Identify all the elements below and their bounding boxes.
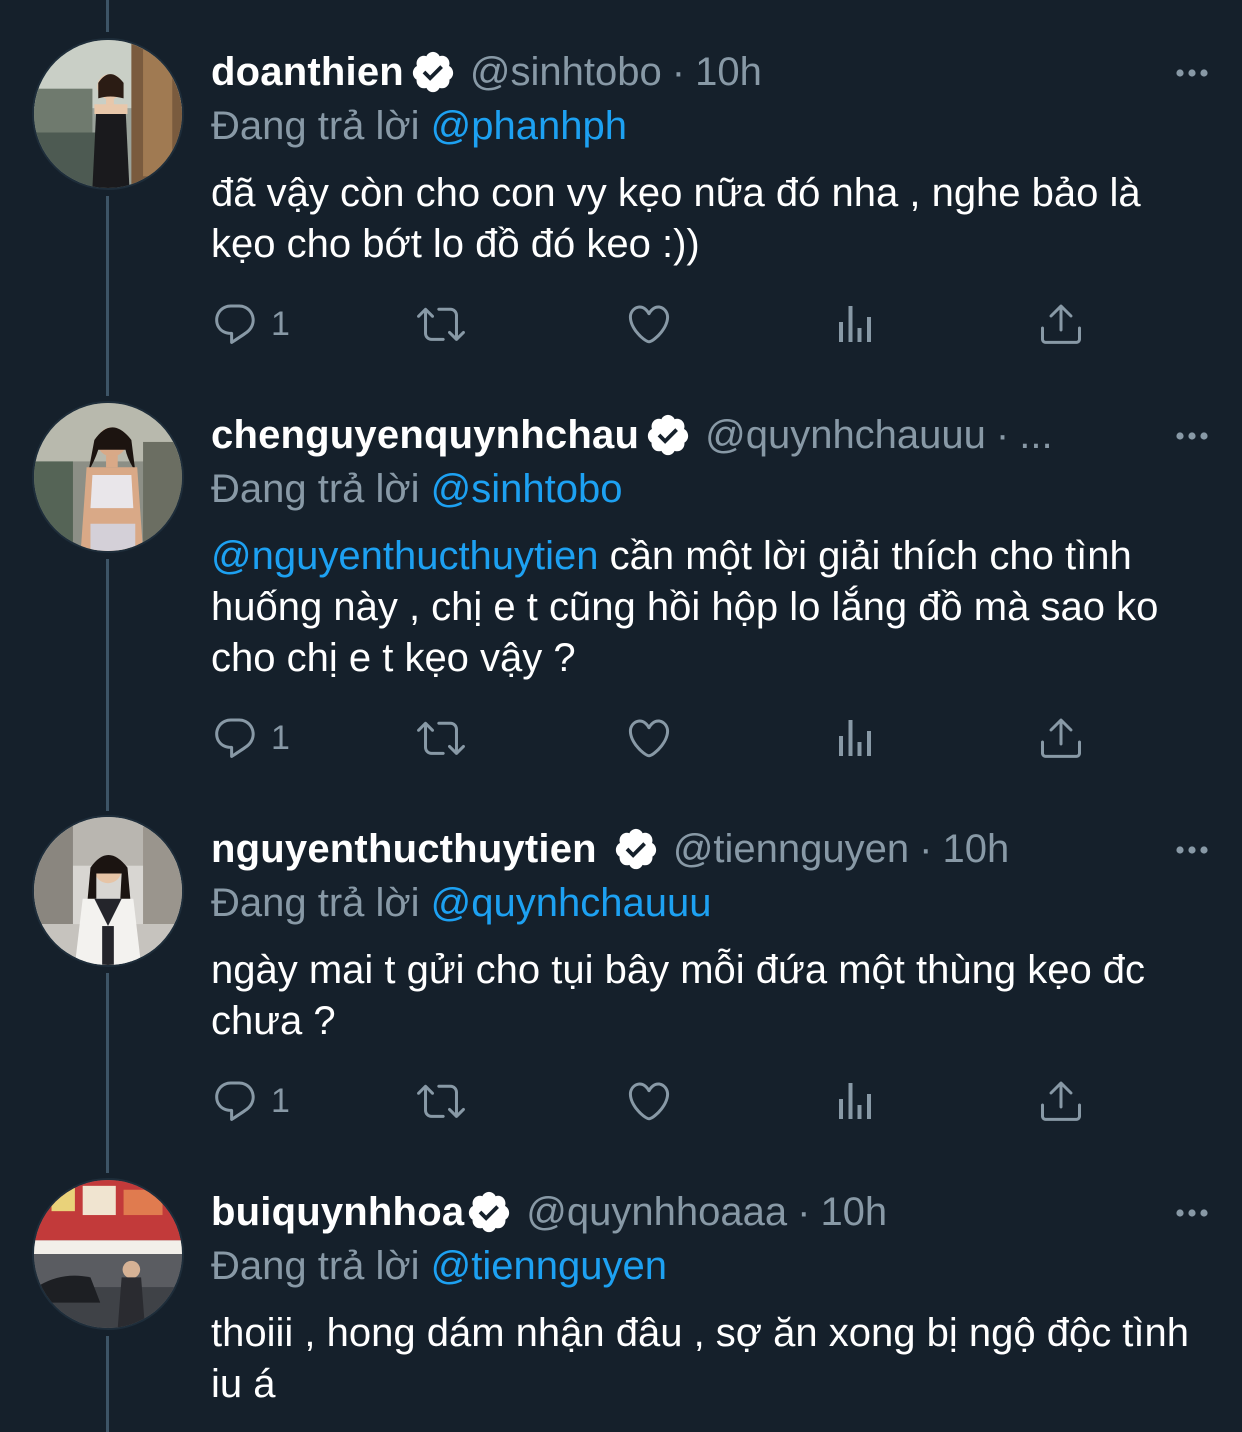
replying-to: Đang trả lời @phanhph	[211, 98, 627, 154]
display-name[interactable]: chenguyenquynhchau	[211, 407, 639, 463]
separator-dot: ·	[797, 1190, 811, 1234]
replying-to-mention[interactable]: @tiennguyen	[431, 1244, 667, 1288]
analytics-button[interactable]	[831, 1071, 879, 1131]
reply-count: 1	[271, 1081, 290, 1120]
tweet[interactable]: chenguyenquynhchau @quynhchauuu · ... Đa…	[0, 401, 1242, 781]
timestamp[interactable]: 10h	[820, 1184, 887, 1240]
more-dots-icon[interactable]	[1172, 1198, 1212, 1228]
replying-to: Đang trả lời @quynhchauuu	[211, 875, 712, 931]
separator-dot: ·	[995, 413, 1010, 457]
avatar[interactable]	[32, 38, 184, 190]
replying-to-mention[interactable]: @quynhchauuu	[431, 881, 712, 925]
tweet-header: buiquynhhoa @quynhhoaaa · 10h	[211, 1184, 1152, 1240]
tweet-actions: 1	[211, 294, 1111, 354]
retweet-button[interactable]	[417, 708, 465, 768]
user-handle[interactable]: @sinhtobo	[470, 44, 662, 100]
tweet-header: doanthien @sinhtobo · 10h	[211, 44, 1152, 100]
tweet-actions: 1	[211, 708, 1111, 768]
share-upload-icon	[1037, 300, 1085, 348]
replying-to-mention[interactable]: @phanhph	[431, 104, 627, 148]
analytics-bars-icon	[831, 1077, 879, 1125]
tweet-text: ngày mai t gửi cho tụi bây mỗi đứa một t…	[211, 945, 1211, 1047]
share-upload-icon	[1037, 1077, 1085, 1125]
more-dots-icon[interactable]	[1172, 835, 1212, 865]
separator-dot: ·	[919, 827, 933, 871]
display-name[interactable]: buiquynhhoa	[211, 1184, 464, 1240]
avatar[interactable]	[32, 401, 184, 553]
more-dots-icon[interactable]	[1172, 421, 1212, 451]
retweet-icon	[417, 300, 465, 348]
reply-button[interactable]: 1	[211, 294, 290, 354]
user-handle[interactable]: @quynhchauuu	[705, 407, 986, 463]
replying-to-label: Đang trả lời	[211, 467, 420, 511]
replying-to: Đang trả lời @sinhtobo	[211, 461, 623, 517]
timestamp[interactable]: 10h	[942, 821, 1009, 877]
timestamp[interactable]: ...	[1019, 407, 1052, 463]
reply-button[interactable]: 1	[211, 1071, 290, 1131]
replying-to-label: Đang trả lời	[211, 881, 420, 925]
reply-bubble-icon	[211, 714, 259, 762]
reply-bubble-icon	[211, 1077, 259, 1125]
body-mention[interactable]: @nguyenthucthuytien	[211, 534, 599, 578]
user-handle[interactable]: @tiennguyen	[673, 821, 909, 877]
tweet-actions: 1	[211, 1071, 1111, 1131]
share-button[interactable]	[1037, 294, 1085, 354]
avatar[interactable]	[32, 815, 184, 967]
analytics-bars-icon	[831, 714, 879, 762]
analytics-button[interactable]	[831, 294, 879, 354]
tweet-text: thoiii , hong dám nhận đâu , sợ ăn xong …	[211, 1308, 1211, 1410]
thread-line	[106, 0, 109, 32]
replying-to-label: Đang trả lời	[211, 1244, 420, 1288]
timestamp[interactable]: 10h	[695, 44, 762, 100]
verified-badge-icon	[645, 412, 691, 458]
body-text: đã vậy còn cho con vy kẹo nữa đó nha , n…	[211, 171, 1141, 266]
more-dots-icon[interactable]	[1172, 58, 1212, 88]
replying-to-label: Đang trả lời	[211, 104, 420, 148]
tweet-text: đã vậy còn cho con vy kẹo nữa đó nha , n…	[211, 168, 1211, 270]
tweet[interactable]: doanthien @sinhtobo · 10h Đang trả lời @…	[0, 38, 1242, 368]
verified-badge-icon	[466, 1189, 512, 1235]
retweet-icon	[417, 714, 465, 762]
reply-bubble-icon	[211, 300, 259, 348]
retweet-button[interactable]	[417, 294, 465, 354]
analytics-button[interactable]	[831, 708, 879, 768]
share-upload-icon	[1037, 714, 1085, 762]
heart-icon	[625, 714, 673, 762]
body-text: thoiii , hong dám nhận đâu , sợ ăn xong …	[211, 1311, 1190, 1406]
retweet-button[interactable]	[417, 1071, 465, 1131]
like-button[interactable]	[625, 1071, 673, 1131]
tweet[interactable]: buiquynhhoa @quynhhoaaa · 10h Đang trả l…	[0, 1178, 1242, 1432]
tweet-header: chenguyenquynhchau @quynhchauuu · ...	[211, 407, 1152, 463]
display-name[interactable]: nguyenthucthuytien	[211, 821, 597, 877]
reply-button[interactable]: 1	[211, 708, 290, 768]
tweet-header: nguyenthucthuytien @tiennguyen · 10h	[211, 821, 1152, 877]
heart-icon	[625, 1077, 673, 1125]
share-button[interactable]	[1037, 1071, 1085, 1131]
user-handle[interactable]: @quynhhoaaa	[526, 1184, 787, 1240]
reply-count: 1	[271, 718, 290, 757]
reply-count: 1	[271, 304, 290, 343]
replying-to-mention[interactable]: @sinhtobo	[431, 467, 623, 511]
replying-to: Đang trả lời @tiennguyen	[211, 1238, 667, 1294]
avatar[interactable]	[32, 1178, 184, 1330]
display-name[interactable]: doanthien	[211, 44, 404, 100]
body-text: ngày mai t gửi cho tụi bây mỗi đứa một t…	[211, 948, 1146, 1043]
retweet-icon	[417, 1077, 465, 1125]
separator-dot: ·	[671, 50, 686, 94]
verified-badge-icon	[410, 49, 456, 95]
verified-badge-icon	[613, 826, 659, 872]
heart-icon	[625, 300, 673, 348]
tweet-text: @nguyenthucthuytien cần một lời giải thí…	[211, 531, 1211, 684]
like-button[interactable]	[625, 708, 673, 768]
share-button[interactable]	[1037, 708, 1085, 768]
like-button[interactable]	[625, 294, 673, 354]
analytics-bars-icon	[831, 300, 879, 348]
tweet[interactable]: nguyenthucthuytien @tiennguyen · 10h Đan…	[0, 815, 1242, 1145]
